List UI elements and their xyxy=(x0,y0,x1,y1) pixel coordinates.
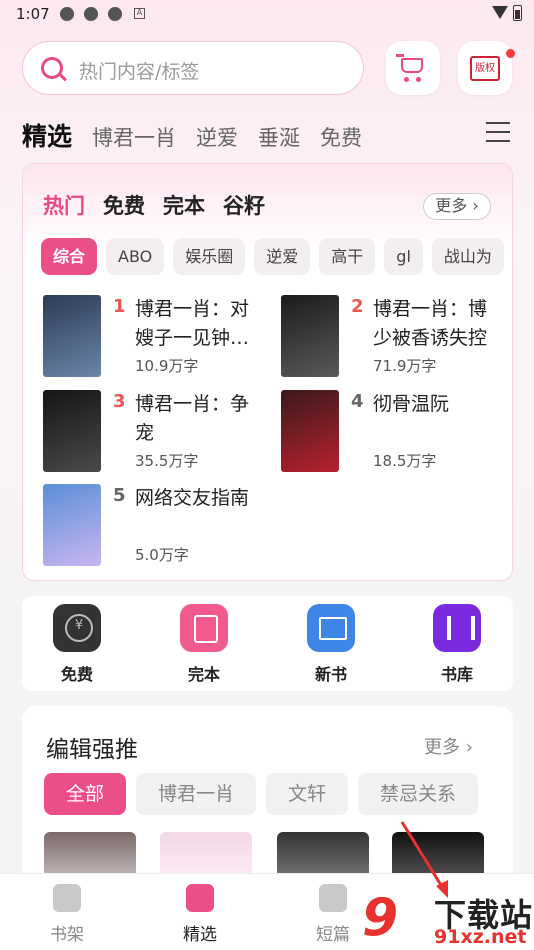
notification-a-icon: A xyxy=(134,8,145,19)
more-label: 更多 xyxy=(435,196,468,215)
chip-all[interactable]: 全部 xyxy=(44,773,127,815)
quick-new[interactable]: 新书 xyxy=(301,604,361,685)
chip-niai[interactable]: 逆爱 xyxy=(254,238,311,275)
subtab-hot[interactable]: 热门 xyxy=(43,194,85,218)
bookshelf-icon xyxy=(53,884,81,912)
wifi-icon xyxy=(492,6,508,19)
book-title: 博君一肖：争宠 xyxy=(135,393,250,444)
chip-gl[interactable]: gl xyxy=(384,238,423,275)
quick-label: 书库 xyxy=(440,665,473,684)
word-count: 5.0万字 xyxy=(135,546,189,564)
watermark-url: 91xz.net xyxy=(434,926,527,948)
star-icon xyxy=(186,884,214,912)
chip-entertainment[interactable]: 娱乐圈 xyxy=(173,238,246,275)
word-count: 18.5万字 xyxy=(373,452,437,470)
search-placeholder: 热门内容/标签 xyxy=(79,61,200,83)
chevron-right-icon: › xyxy=(467,196,479,215)
notification-dot xyxy=(506,49,515,58)
book-title: 彻骨温阮 xyxy=(373,393,450,415)
nav-bookshelf[interactable]: 书架 xyxy=(37,884,97,945)
quick-entries: 免费 完本 新书 书库 xyxy=(22,596,513,691)
book-title: 网络交友指南 xyxy=(135,487,250,509)
more-label: 更多 xyxy=(424,737,460,758)
subtab-complete[interactable]: 完本 xyxy=(163,194,205,218)
quick-label: 新书 xyxy=(314,665,347,684)
nav-featured[interactable]: 精选 xyxy=(170,884,230,945)
ranking-item[interactable]: 3 博君一肖：争宠 35.5万字 xyxy=(43,390,273,472)
chip-bojun[interactable]: 博君一肖 xyxy=(136,773,257,815)
chip-wenxuan[interactable]: 文轩 xyxy=(266,773,349,815)
editor-more-link[interactable]: 更多 › xyxy=(424,733,473,759)
book-title: 博君一肖：博少被香诱失控 xyxy=(373,298,488,349)
book-title: 博君一肖：对嫂子一见钟… xyxy=(135,298,250,349)
quick-label: 完本 xyxy=(187,665,220,684)
editor-filter-chips: 全部 博君一肖 文轩 禁忌关系 xyxy=(44,773,488,815)
tab-featured[interactable]: 精选 xyxy=(22,117,72,153)
word-count: 71.9万字 xyxy=(373,357,437,375)
tag-chips: 综合 ABO 娱乐圈 逆爱 高干 gl 战山为 xyxy=(41,238,512,275)
app-notification-icon xyxy=(108,7,122,21)
book-cover xyxy=(43,484,101,566)
coin-icon xyxy=(53,604,101,652)
book-cover xyxy=(43,390,101,472)
nav-label: 书架 xyxy=(50,925,84,945)
tab-chuixian[interactable]: 垂涎 xyxy=(258,122,300,152)
library-icon xyxy=(433,604,481,652)
tab-bojun[interactable]: 博君一肖 xyxy=(92,122,176,152)
book-cover xyxy=(281,390,339,472)
ranking-item[interactable]: 5 网络交友指南 5.0万字 xyxy=(43,484,273,566)
watermark-logo: 9 xyxy=(362,888,399,948)
quick-complete[interactable]: 完本 xyxy=(174,604,234,685)
copyright-button[interactable]: 版权 xyxy=(458,41,515,95)
menu-icon[interactable] xyxy=(486,122,510,142)
more-button[interactable]: 更多 › xyxy=(423,193,491,220)
quick-free[interactable]: 免费 xyxy=(47,604,107,685)
nav-label: 短篇 xyxy=(316,925,350,945)
book-open-icon xyxy=(307,604,355,652)
search-input[interactable]: 热门内容/标签 xyxy=(22,41,364,95)
section-title: 编辑强推 xyxy=(46,737,138,763)
chip-zhanshan[interactable]: 战山为 xyxy=(431,238,504,275)
battery-icon xyxy=(513,5,522,21)
nav-label: 精选 xyxy=(183,925,217,945)
chip-gaogan[interactable]: 高干 xyxy=(319,238,376,275)
app-notification-icon xyxy=(60,7,74,21)
cart-button[interactable] xyxy=(386,41,440,95)
chip-taboo[interactable]: 禁忌关系 xyxy=(358,773,479,815)
ranking-item[interactable]: 4 彻骨温阮 18.5万字 xyxy=(281,390,511,472)
nav-short[interactable]: 短篇 xyxy=(303,884,363,945)
rank-number: 4 xyxy=(351,391,364,412)
word-count: 10.9万字 xyxy=(135,357,199,375)
ranking-subtabs: 热门 免费 完本 谷籽 xyxy=(43,190,283,220)
ranking-item[interactable]: 2 博君一肖：博少被香诱失控 71.9万字 xyxy=(281,295,511,377)
short-story-icon xyxy=(319,884,347,912)
check-doc-icon xyxy=(180,604,228,652)
watermark: 9 下载站 91xz.net xyxy=(362,888,534,950)
rank-number: 3 xyxy=(113,391,126,412)
chip-abo[interactable]: ABO xyxy=(106,238,165,275)
status-bar: 1:07 A xyxy=(0,0,534,28)
tab-niai[interactable]: 逆爱 xyxy=(196,122,238,152)
rank-number: 5 xyxy=(113,485,126,506)
ranking-item[interactable]: 1 博君一肖：对嫂子一见钟… 10.9万字 xyxy=(43,295,273,377)
search-icon xyxy=(41,57,63,79)
subtab-guzi[interactable]: 谷籽 xyxy=(223,194,265,218)
hot-ranking-card: 热门 免费 完本 谷籽 更多 › 综合 ABO 娱乐圈 逆爱 高干 gl 战山为 1 博君一肖：对… xyxy=(22,163,513,581)
rank-number: 1 xyxy=(113,296,126,317)
word-count: 35.5万字 xyxy=(135,452,199,470)
subtab-free[interactable]: 免费 xyxy=(103,194,145,218)
chevron-right-icon: › xyxy=(460,737,473,758)
rank-number: 2 xyxy=(351,296,364,317)
chip-all[interactable]: 综合 xyxy=(41,238,98,275)
book-cover xyxy=(43,295,101,377)
tab-free[interactable]: 免费 xyxy=(320,122,362,152)
quick-library[interactable]: 书库 xyxy=(427,604,487,685)
status-time: 1:07 xyxy=(16,5,50,23)
category-tabs: 精选 博君一肖 逆爱 垂涎 免费 xyxy=(22,117,382,151)
copyright-icon: 版权 xyxy=(470,56,500,81)
quick-label: 免费 xyxy=(60,665,93,684)
book-cover xyxy=(281,295,339,377)
app-notification-icon xyxy=(84,7,98,21)
